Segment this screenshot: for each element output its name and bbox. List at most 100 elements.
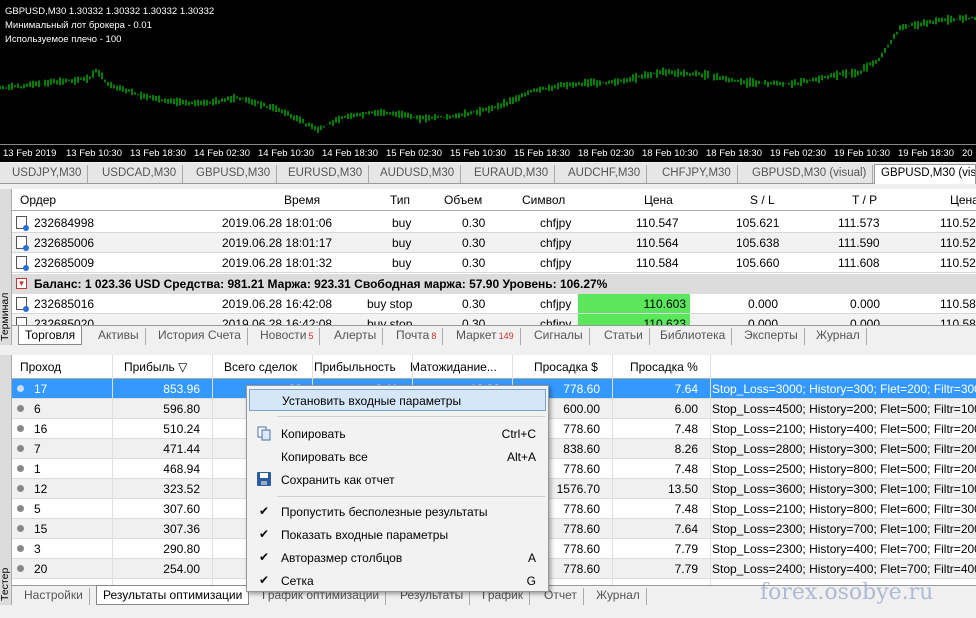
col-drawdown-percent[interactable]: Просадка % bbox=[630, 360, 698, 374]
time-label: 14 Feb 18:30 bbox=[322, 148, 378, 159]
watermark: forex.osobye.ru bbox=[760, 580, 934, 605]
chart-tab[interactable]: AUDUSD,M30 bbox=[374, 165, 462, 183]
optimization-cell: Stop_Loss=2400; History=400; Flet=700; F… bbox=[712, 562, 976, 576]
menu-separator bbox=[277, 496, 545, 497]
optimization-cell: 7 bbox=[34, 442, 41, 456]
balance-row: ▼ Баланс: 1 023.36 USD Средства: 981.21 … bbox=[12, 274, 976, 294]
optimization-cell: 307.36 bbox=[163, 522, 200, 536]
tab-market[interactable]: Маркет 149 bbox=[450, 328, 521, 345]
column-separator bbox=[710, 355, 711, 585]
tab-trade[interactable]: Торговля bbox=[18, 325, 83, 345]
menu-copy[interactable]: Копировать Ctrl+C bbox=[249, 423, 546, 445]
tab-news[interactable]: Новости 5 bbox=[254, 328, 321, 345]
col-symbol[interactable]: Символ bbox=[522, 193, 565, 207]
col-tp[interactable]: T / P bbox=[852, 193, 877, 207]
column-separator bbox=[612, 355, 613, 585]
tab-articles[interactable]: Статьи bbox=[598, 328, 650, 345]
menu-set-input-params[interactable]: Установить входные параметры bbox=[249, 389, 546, 411]
order-icon bbox=[16, 256, 29, 271]
tab-journal[interactable]: Журнал bbox=[810, 328, 867, 345]
chart-leverage-info: Используемое плечо - 100 bbox=[5, 34, 122, 45]
order-icon bbox=[16, 317, 27, 325]
time-label: 15 Feb 02:30 bbox=[386, 148, 442, 159]
chart-tab[interactable]: USDJPY,M30 bbox=[6, 165, 89, 183]
price-chart[interactable]: GBPUSD,M30 1.30332 1.30332 1.30332 1.303… bbox=[0, 0, 976, 162]
row-marker-icon bbox=[17, 525, 24, 532]
time-label: 18 Feb 10:30 bbox=[642, 148, 698, 159]
time-label: 15 Feb 18:30 bbox=[514, 148, 570, 159]
optimization-cell: 778.60 bbox=[563, 502, 600, 516]
row-marker-icon bbox=[17, 565, 24, 572]
col-drawdown-money[interactable]: Просадка $ bbox=[534, 360, 598, 374]
col-profit[interactable]: Прибыль ▽ bbox=[124, 360, 187, 374]
tab-experts[interactable]: Эксперты bbox=[738, 328, 805, 345]
chart-tab[interactable]: CHFJPY,M30 bbox=[656, 165, 738, 183]
optimization-cell: 600.00 bbox=[563, 402, 600, 416]
time-label: 13 Feb 2019 bbox=[3, 148, 57, 159]
menu-grid[interactable]: ✔ Сетка G bbox=[249, 570, 546, 592]
save-icon bbox=[257, 472, 271, 486]
tab-account-history[interactable]: История Счета bbox=[152, 328, 248, 345]
optimization-cell: 778.60 bbox=[563, 542, 600, 556]
tab-settings[interactable]: Настройки bbox=[18, 588, 90, 605]
optimization-cell: Stop_Loss=3000; History=300; Flet=200; F… bbox=[712, 382, 976, 396]
col-current-price[interactable]: Цена bbox=[950, 193, 976, 207]
menu-save-as-report[interactable]: Сохранить как отчет bbox=[249, 469, 546, 491]
col-order[interactable]: Ордер bbox=[20, 193, 56, 207]
tester-side-label: Тестер bbox=[0, 355, 12, 605]
optimization-cell: 6.00 bbox=[674, 402, 698, 416]
tab-alerts[interactable]: Алерты bbox=[328, 328, 384, 345]
tab-signals[interactable]: Сигналы bbox=[528, 328, 590, 345]
chart-tab[interactable]: EURAUD,M30 bbox=[468, 165, 556, 183]
optimization-cell: 853.96 bbox=[163, 382, 200, 396]
check-icon: ✔ bbox=[259, 504, 270, 518]
chart-tab[interactable]: GBPUSD,M30 bbox=[190, 165, 278, 183]
tab-code-base[interactable]: Библиотека bbox=[654, 328, 733, 345]
tab-mailbox[interactable]: Почта 8 bbox=[390, 328, 444, 345]
pending-order-row[interactable]: 232685016 2019.06.28 16:42:08 buy stop 0… bbox=[12, 294, 976, 314]
optimization-cell: 323.52 bbox=[163, 482, 200, 496]
optimization-cell: Stop_Loss=2300; History=700; Flet=100; F… bbox=[712, 522, 976, 536]
col-pass[interactable]: Проход bbox=[20, 360, 61, 374]
order-icon bbox=[16, 297, 29, 312]
menu-copy-all[interactable]: Копировать все Alt+A bbox=[249, 446, 546, 468]
tab-tester-journal[interactable]: Журнал bbox=[590, 588, 647, 605]
col-price[interactable]: Цена bbox=[644, 193, 673, 207]
optimization-cell: Stop_Loss=2500; History=800; Flet=500; F… bbox=[712, 462, 976, 476]
col-time[interactable]: Время bbox=[284, 193, 320, 207]
pending-order-row[interactable]: 232685020 2019.06.28 16:42:08 buy stop 0… bbox=[12, 314, 976, 325]
col-profit-factor[interactable]: Прибыльность bbox=[314, 360, 396, 374]
optimization-cell: 468.94 bbox=[163, 462, 200, 476]
chart-symbol-info: GBPUSD,M30 1.30332 1.30332 1.30332 1.303… bbox=[5, 6, 215, 17]
chart-tab[interactable]: AUDCHF,M30 bbox=[562, 165, 648, 183]
optimization-cell: 12 bbox=[34, 482, 48, 496]
menu-skip-useless-results[interactable]: ✔ Пропустить бесполезные результаты bbox=[249, 501, 546, 523]
trade-row[interactable]: 232685009 2019.06.28 18:01:32 buy 0.30 c… bbox=[12, 253, 976, 273]
col-sl[interactable]: S / L bbox=[750, 193, 775, 207]
col-total-trades[interactable]: Всего сделок bbox=[224, 360, 297, 374]
optimization-cell: 7.48 bbox=[674, 502, 698, 516]
optimization-cell: 471.44 bbox=[163, 442, 200, 456]
time-axis: 13 Feb 2019 13 Feb 10:30 13 Feb 18:30 14… bbox=[0, 144, 976, 162]
chart-tab[interactable]: EURUSD,M30 bbox=[282, 165, 370, 183]
col-volume[interactable]: Объем bbox=[444, 193, 482, 207]
menu-autosize-columns[interactable]: ✔ Авторазмер столбцов A bbox=[249, 547, 546, 569]
trade-row[interactable]: 232685006 2019.06.28 18:01:17 buy 0.30 c… bbox=[12, 233, 976, 253]
chart-tab-active[interactable]: GBPUSD,M30 (vis bbox=[874, 164, 976, 184]
col-expected-payoff[interactable]: Матожидание... bbox=[410, 360, 497, 374]
chart-tab[interactable]: GBPUSD,M30 (visual) bbox=[746, 165, 874, 183]
optimization-cell: 17 bbox=[34, 382, 48, 396]
optimization-cell: 5 bbox=[34, 502, 41, 516]
news-badge: 5 bbox=[308, 331, 314, 341]
col-type[interactable]: Тип bbox=[390, 193, 410, 207]
chart-tabs: USDJPY,M30 USDCAD,M30 GBPUSD,M30 EURUSD,… bbox=[0, 163, 976, 184]
row-marker-icon bbox=[17, 545, 24, 552]
menu-show-input-params[interactable]: ✔ Показать входные параметры bbox=[249, 524, 546, 546]
tab-optimization-results[interactable]: Результаты оптимизации bbox=[96, 585, 250, 605]
optimization-cell: 7.64 bbox=[674, 382, 698, 396]
tab-assets[interactable]: Активы bbox=[92, 328, 146, 345]
price-bars bbox=[0, 14, 976, 133]
chart-tab[interactable]: USDCAD,M30 bbox=[96, 165, 184, 183]
trade-row[interactable]: 232684998 2019.06.28 18:01:06 buy 0.30 c… bbox=[12, 213, 976, 233]
balance-icon: ▼ bbox=[16, 278, 27, 289]
